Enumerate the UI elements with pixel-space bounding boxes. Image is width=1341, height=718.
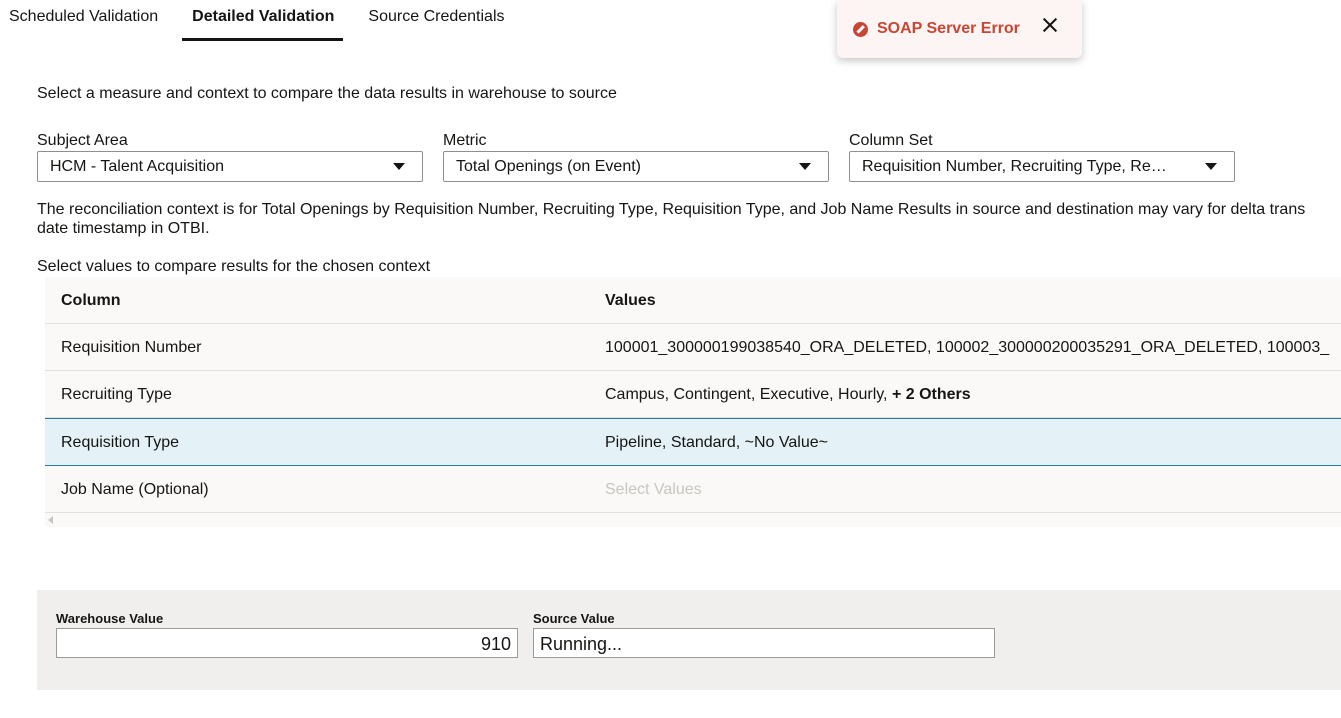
metric-value: Total Openings (on Event) [456, 158, 641, 175]
toast-message: SOAP Server Error [877, 20, 1020, 37]
row-column-name: Job Name (Optional) [61, 481, 209, 498]
row-values[interactable]: 100001_300000199038540_ORA_DELETED, 1000… [605, 339, 1329, 357]
metric-label: Metric [443, 132, 487, 149]
tab-source-credentials[interactable]: Source Credentials [359, 0, 513, 41]
row-values[interactable]: Pipeline, Standard, ~No Value~ [605, 434, 828, 452]
subject-area-label: Subject Area [37, 132, 128, 149]
column-set-label: Column Set [849, 132, 933, 149]
row-values[interactable]: Campus, Contingent, Executive, Hourly, +… [605, 386, 971, 404]
tab-detailed-validation[interactable]: Detailed Validation [182, 0, 344, 41]
instruction-text: Select a measure and context to compare … [37, 85, 617, 102]
page: Scheduled Validation Detailed Validation… [0, 0, 1341, 718]
source-value-field: Running... [533, 628, 995, 658]
column-set-select[interactable]: Requisition Number, Recruiting Type, Re… [849, 151, 1235, 182]
row-column-name: Requisition Number [61, 339, 202, 356]
metric-select[interactable]: Total Openings (on Event) [443, 151, 829, 182]
warehouse-value-label: Warehouse Value [56, 611, 164, 626]
chevron-down-icon [799, 163, 811, 170]
context-line-2: date timestamp in OTBI. [37, 220, 210, 237]
error-circle-icon [853, 21, 868, 37]
column-set-value: Requisition Number, Recruiting Type, Re… [862, 158, 1167, 175]
table-row[interactable]: Requisition Number 100001_30000019903854… [45, 324, 1341, 371]
row-column-name: Recruiting Type [61, 386, 172, 403]
subject-area-value: HCM - Talent Acquisition [50, 158, 224, 175]
context-line-1: The reconciliation context is for Total … [37, 201, 1306, 218]
select-values-label: Select values to compare results for the… [37, 258, 431, 275]
chevron-down-icon [393, 163, 405, 170]
context-description: The reconciliation context is for Total … [37, 200, 1341, 238]
chevron-down-icon [1205, 163, 1217, 170]
subject-area-select[interactable]: HCM - Talent Acquisition [37, 151, 423, 182]
comparison-panel: Warehouse Value 910 Source Value Running… [37, 590, 1341, 690]
table-header: Column Values [45, 277, 1341, 324]
table-row[interactable]: Recruiting Type Campus, Contingent, Exec… [45, 371, 1341, 418]
table-row-selected[interactable]: Requisition Type Pipeline, Standard, ~No… [45, 418, 1341, 466]
table-row[interactable]: Job Name (Optional) Select Values [45, 466, 1341, 513]
source-value-label: Source Value [533, 611, 615, 626]
tab-scheduled-validation[interactable]: Scheduled Validation [0, 0, 167, 41]
error-toast: SOAP Server Error [837, 0, 1082, 58]
others-count-link[interactable]: + 2 Others [892, 386, 971, 403]
row-values-text: Campus, Contingent, Executive, Hourly, [605, 386, 892, 403]
select-values-placeholder[interactable]: Select Values [605, 481, 702, 499]
values-header: Values [605, 292, 656, 309]
column-header: Column [61, 292, 121, 309]
context-values-table: Column Values Requisition Number 100001_… [45, 277, 1341, 527]
close-icon[interactable] [1039, 14, 1061, 36]
scroll-left-icon[interactable] [48, 516, 53, 524]
warehouse-value-field: 910 [56, 628, 518, 658]
row-column-name: Requisition Type [61, 434, 179, 451]
tab-bar: Scheduled Validation Detailed Validation… [0, 0, 514, 42]
